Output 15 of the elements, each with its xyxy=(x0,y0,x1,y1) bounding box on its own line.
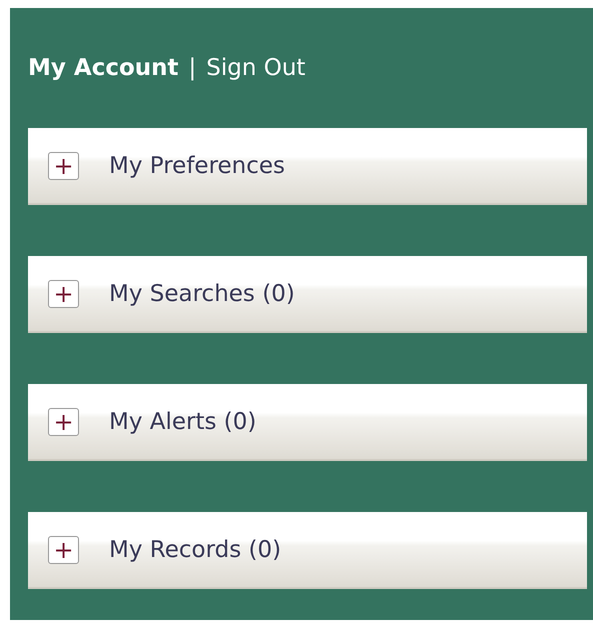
section-header[interactable]: + My Preferences xyxy=(28,128,587,205)
section-label: My Records (0) xyxy=(109,536,282,562)
section-label: My Preferences xyxy=(109,152,286,178)
separator: | xyxy=(188,55,196,81)
section-header[interactable]: + My Alerts (0) xyxy=(28,384,587,461)
expand-toggle[interactable]: + xyxy=(48,408,79,436)
expand-toggle[interactable]: + xyxy=(48,152,79,180)
section-label: My Alerts (0) xyxy=(109,408,256,434)
sign-out-link[interactable]: Sign Out xyxy=(206,55,306,81)
section-label: My Searches (0) xyxy=(109,280,295,306)
section-header[interactable]: + My Searches (0) xyxy=(28,256,587,333)
expand-toggle[interactable]: + xyxy=(48,280,79,308)
section-header[interactable]: + My Records (0) xyxy=(28,512,587,589)
my-account-link[interactable]: My Account xyxy=(28,55,178,81)
expand-toggle[interactable]: + xyxy=(48,536,79,564)
